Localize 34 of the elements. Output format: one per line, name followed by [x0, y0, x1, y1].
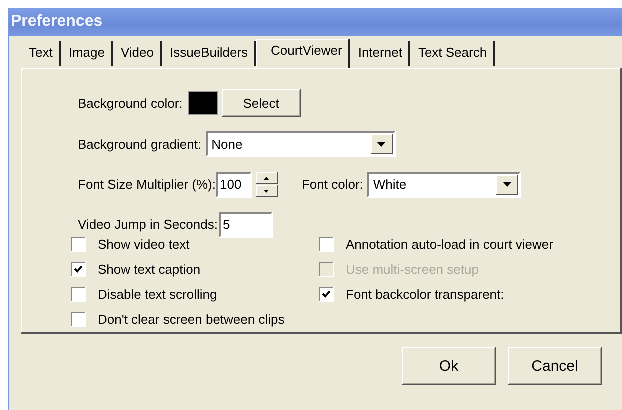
checkbox[interactable]	[71, 262, 86, 278]
field-label: Background gradient:	[78, 136, 202, 152]
spin-buttons[interactable]	[256, 172, 278, 198]
checkbox-label[interactable]: Show text caption	[98, 262, 201, 278]
checkbox-label[interactable]: Annotation auto-load in court viewer	[346, 237, 554, 252]
tab[interactable]: CourtViewer	[256, 39, 350, 68]
font-color-dropdown[interactable]: White	[367, 172, 522, 198]
checkbox[interactable]	[71, 312, 86, 328]
gradient-dropdown[interactable]: None	[206, 131, 396, 158]
checkbox-label[interactable]: Show video text	[98, 237, 190, 252]
checkmark-icon	[74, 265, 83, 274]
checkmark-icon	[322, 290, 331, 300]
tab[interactable]: Text	[21, 41, 61, 66]
checkbox-label[interactable]: Disable text scrolling	[98, 287, 218, 302]
checkbox[interactable]	[71, 287, 86, 302]
font-size-field[interactable]: 100	[216, 172, 252, 198]
select-button[interactable]: Select	[222, 89, 301, 117]
ok-button[interactable]: Ok	[402, 347, 496, 385]
checkbox[interactable]	[319, 237, 334, 252]
field-label: Font color:	[302, 177, 364, 192]
checkbox-label[interactable]: Don't clear screen between clips	[98, 312, 285, 328]
field-label: Font Size Multiplier (%):	[78, 177, 216, 192]
tab[interactable]: Video	[112, 41, 162, 66]
checkbox[interactable]	[71, 237, 86, 252]
tab[interactable]: Internet	[350, 41, 410, 66]
tab[interactable]: Text Search	[410, 41, 496, 66]
checkbox[interactable]	[319, 287, 334, 302]
checkbox-label[interactable]: Font backcolor transparent:	[346, 287, 504, 302]
tab[interactable]: Image	[60, 41, 113, 66]
field-label: Background color:	[78, 96, 183, 110]
video-jump-field[interactable]: 5	[218, 212, 273, 238]
cancel-button[interactable]: Cancel	[508, 347, 602, 385]
field-label: Video Jump in Seconds:	[78, 217, 218, 232]
window-title: Preferences	[11, 13, 103, 31]
